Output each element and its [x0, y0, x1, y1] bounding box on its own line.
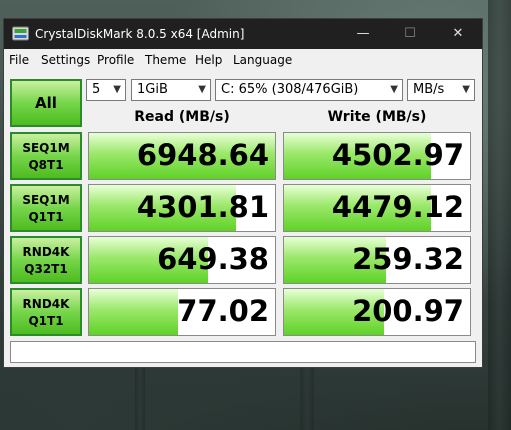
menu-profile[interactable]: Profile	[97, 53, 134, 67]
menu-help[interactable]: Help	[195, 53, 222, 67]
read-column-header: Read (MB/s)	[134, 109, 230, 125]
result-write-seq1m-q8t1: 4502.97	[283, 132, 471, 180]
result-value: 259.32	[352, 242, 464, 276]
test-size-select[interactable]: 1GiB ▼	[131, 79, 211, 101]
test-name: SEQ1M	[22, 141, 70, 155]
unit-value: MB/s	[413, 82, 445, 97]
drive-select[interactable]: C: 65% (308/476GiB) ▼	[215, 79, 403, 101]
close-button[interactable]: ✕	[435, 19, 481, 49]
test-params: Q1T1	[28, 210, 64, 224]
result-value: 4479.12	[331, 190, 464, 224]
result-value: 6948.64	[136, 138, 269, 172]
test-name: RND4K	[22, 297, 70, 311]
result-write-seq1m-q1t1: 4479.12	[283, 184, 471, 232]
result-value: 4301.81	[136, 190, 269, 224]
menu-bar: File Settings Profile Theme Help Languag…	[4, 50, 482, 70]
minimize-button[interactable]: —	[340, 19, 386, 49]
test-name: SEQ1M	[22, 193, 70, 207]
menu-settings[interactable]: Settings	[41, 53, 90, 67]
settings-row: 5 ▼ 1GiB ▼ C: 65% (308/476GiB) ▼ MB/s ▼	[4, 77, 482, 105]
menu-theme[interactable]: Theme	[145, 53, 186, 67]
test-params: Q8T1	[28, 158, 64, 172]
app-window: CrystalDiskMark 8.0.5 x64 [Admin] — ☐ ✕ …	[3, 18, 483, 368]
crystaldiskmark-drive-icon	[12, 26, 29, 41]
unit-select[interactable]: MB/s ▼	[407, 79, 475, 101]
result-read-seq1m-q8t1: 6948.64	[88, 132, 276, 180]
background-tree	[300, 368, 314, 430]
result-value: 649.38	[157, 242, 269, 276]
test-button-seq1m-q1t1[interactable]: SEQ1M Q1T1	[10, 184, 82, 232]
result-value: 4502.97	[331, 138, 464, 172]
chevron-down-icon: ▼	[198, 84, 206, 95]
write-column-header: Write (MB/s)	[327, 109, 427, 125]
test-button-rnd4k-q32t1[interactable]: RND4K Q32T1	[10, 236, 82, 284]
background-tree	[135, 368, 145, 430]
test-size-value: 1GiB	[137, 82, 168, 97]
test-params: Q32T1	[24, 262, 68, 276]
test-button-seq1m-q8t1[interactable]: SEQ1M Q8T1	[10, 132, 82, 180]
result-value: 77.02	[177, 294, 269, 328]
test-button-rnd4k-q1t1[interactable]: RND4K Q1T1	[10, 288, 82, 336]
result-write-rnd4k-q32t1: 259.32	[283, 236, 471, 284]
comment-input[interactable]	[10, 341, 476, 363]
menu-language[interactable]: Language	[233, 53, 292, 67]
drive-value: C: 65% (308/476GiB)	[221, 82, 359, 97]
maximize-button[interactable]: ☐	[387, 19, 433, 49]
chevron-down-icon: ▼	[390, 84, 398, 95]
background-tree	[488, 0, 511, 430]
chevron-down-icon: ▼	[113, 84, 121, 95]
test-params: Q1T1	[28, 314, 64, 328]
window-title: CrystalDiskMark 8.0.5 x64 [Admin]	[35, 27, 245, 41]
test-count-select[interactable]: 5 ▼	[86, 79, 126, 101]
title-bar[interactable]: CrystalDiskMark 8.0.5 x64 [Admin] — ☐ ✕	[4, 19, 482, 49]
result-read-rnd4k-q32t1: 649.38	[88, 236, 276, 284]
result-read-rnd4k-q1t1: 77.02	[88, 288, 276, 336]
result-read-seq1m-q1t1: 4301.81	[88, 184, 276, 232]
result-bar	[89, 289, 179, 335]
chevron-down-icon: ▼	[462, 84, 470, 95]
result-value: 200.97	[352, 294, 464, 328]
result-write-rnd4k-q1t1: 200.97	[283, 288, 471, 336]
menu-file[interactable]: File	[9, 53, 29, 67]
test-name: RND4K	[22, 245, 70, 259]
test-count-value: 5	[92, 82, 101, 97]
